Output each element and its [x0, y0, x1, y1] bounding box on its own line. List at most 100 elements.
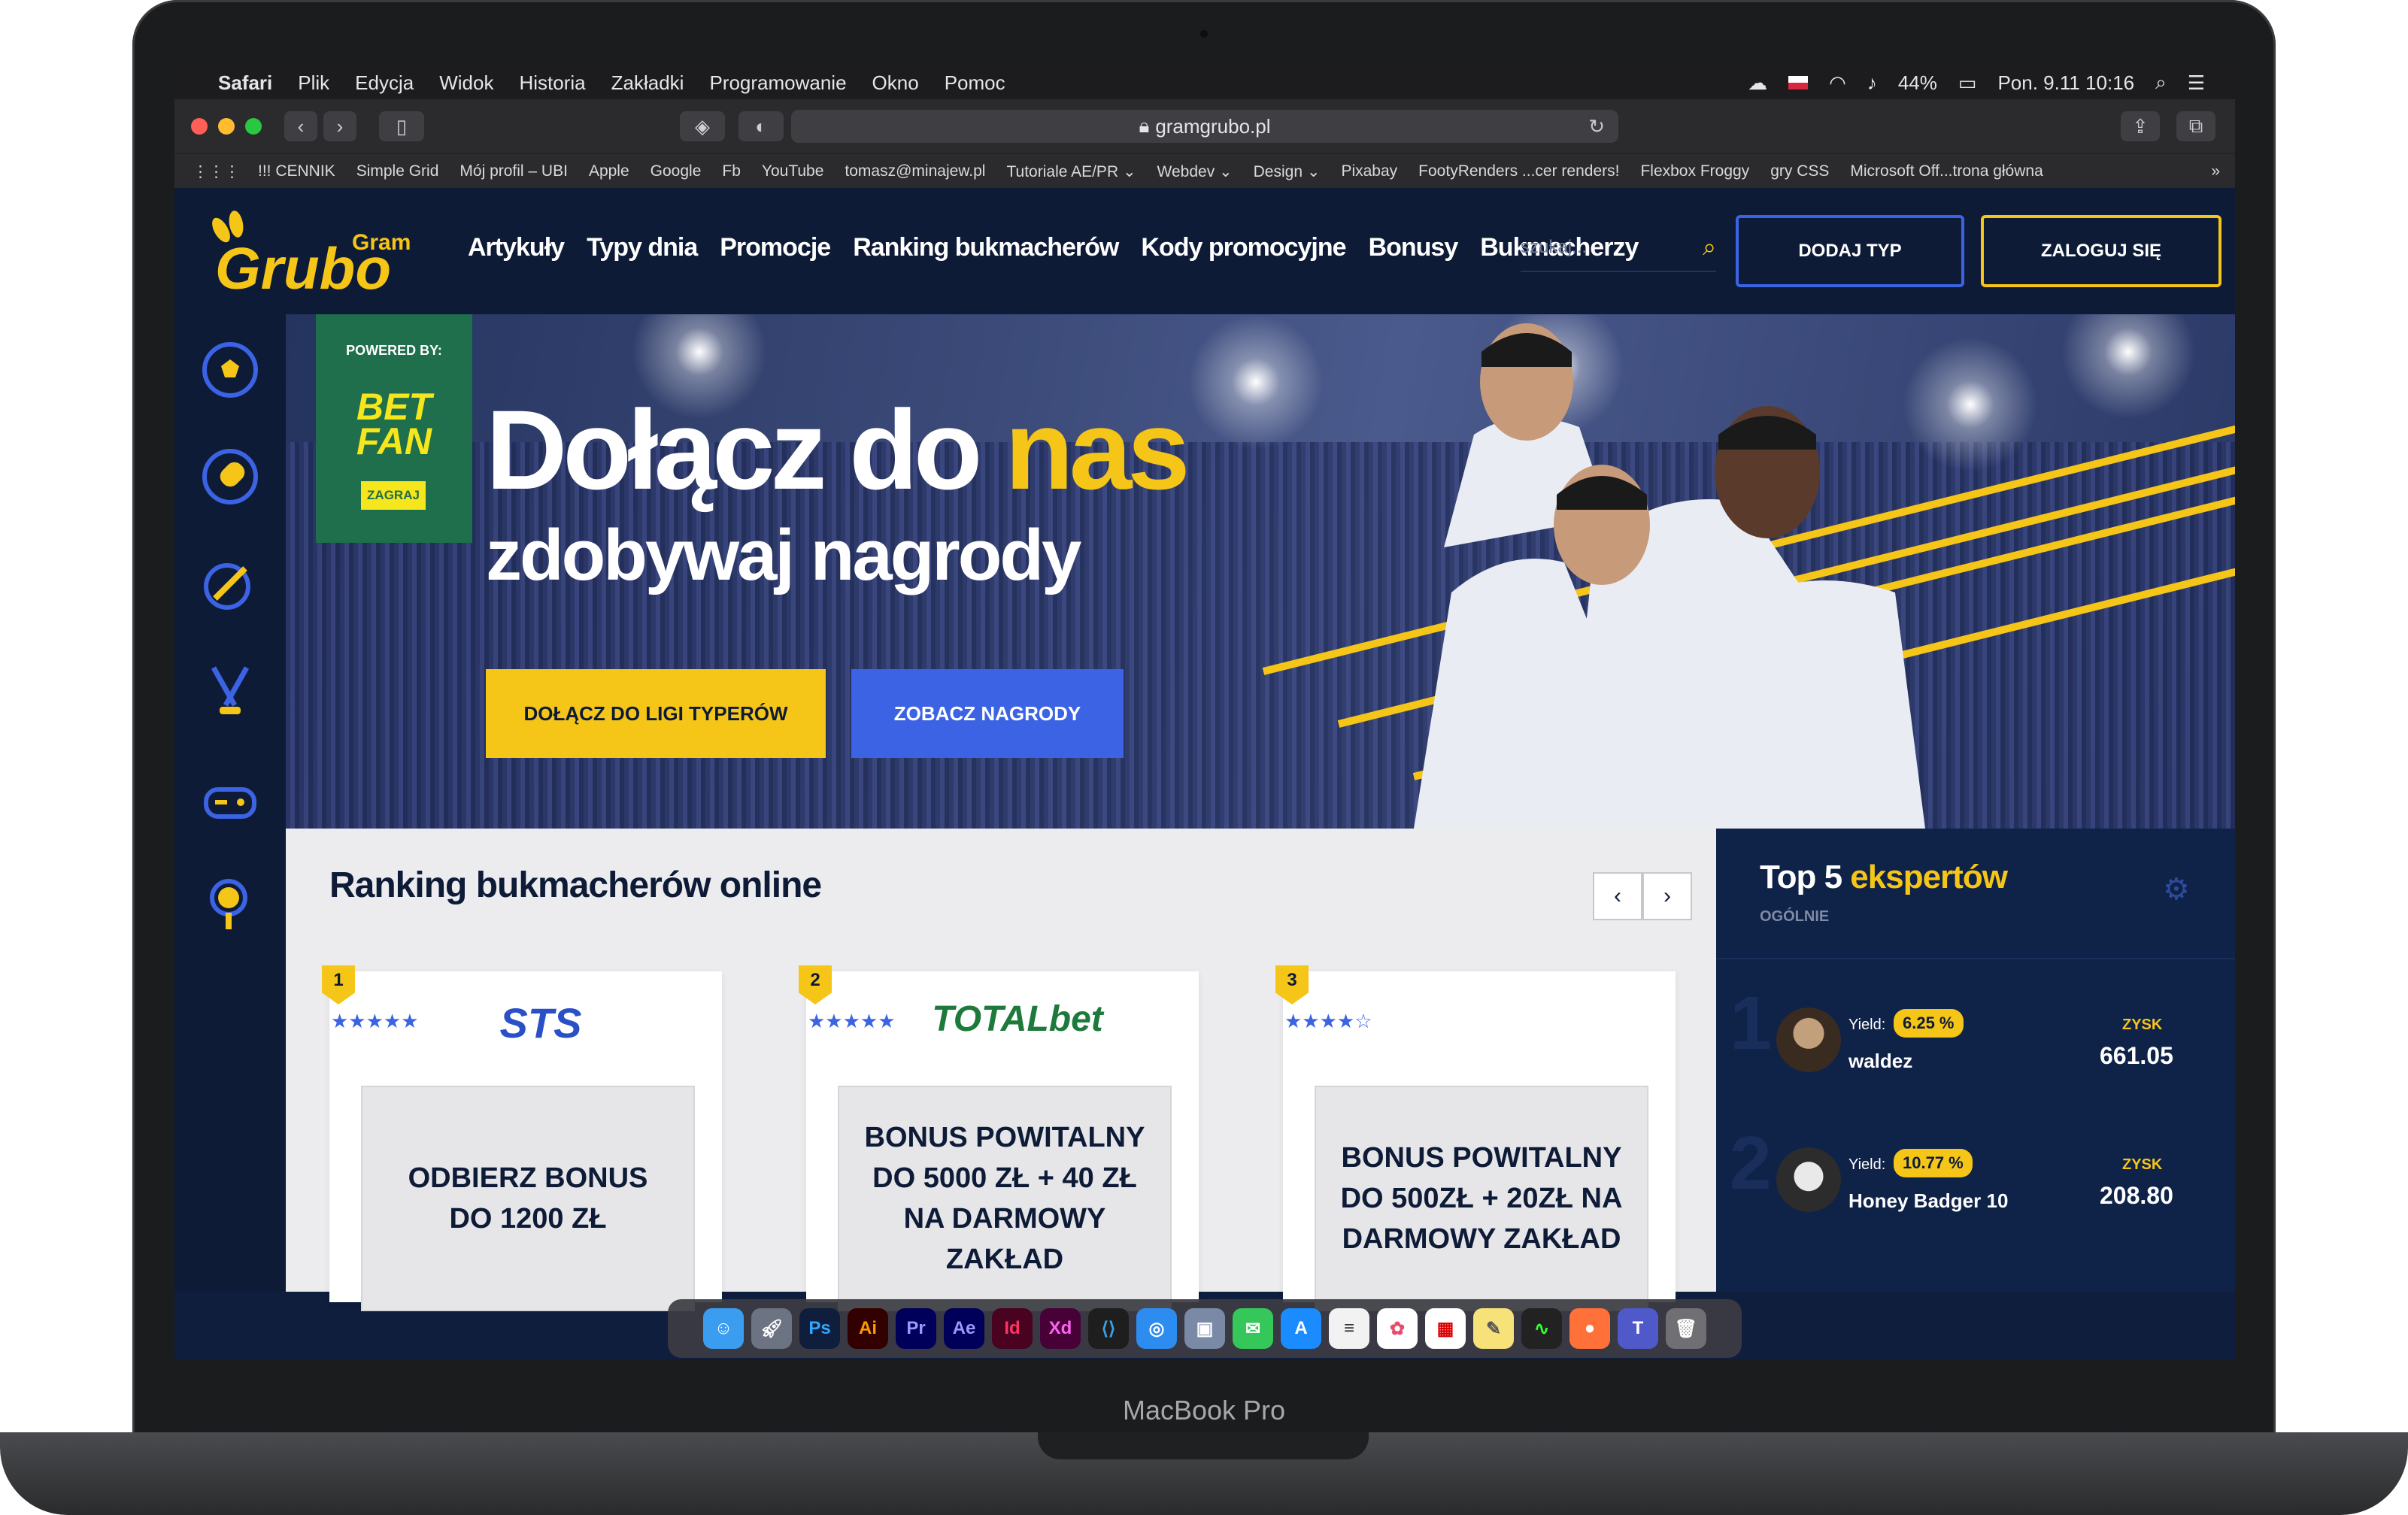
bookmark[interactable]: gry CSS — [1770, 162, 1829, 180]
gamepad-icon[interactable] — [200, 767, 260, 827]
bookmark[interactable]: tomasz@minajew.pl — [845, 162, 985, 180]
launchpad-icon[interactable]: 🚀︎ — [751, 1308, 792, 1349]
sidebar-toggle-icon[interactable]: ▯ — [379, 111, 424, 141]
grid-icon[interactable]: ⋮⋮⋮ — [193, 162, 240, 181]
messages-icon[interactable]: ✉ — [1233, 1308, 1273, 1349]
bookmark[interactable]: Apple — [589, 162, 629, 180]
next-arrow-icon[interactable]: › — [1642, 872, 1692, 920]
bookmark[interactable]: Pixabay — [1341, 162, 1397, 180]
bookmark[interactable]: !!! CENNIK — [258, 162, 335, 180]
premiere-icon[interactable]: Pr — [896, 1308, 936, 1349]
expert-row[interactable]: 1 Yield: 6.25 % waldez ZYSK 661.05 — [1716, 973, 2235, 1108]
share-icon[interactable]: ⇪ — [2121, 111, 2160, 141]
bookmark[interactable]: Simple Grid — [356, 162, 439, 180]
zoom-icon[interactable] — [245, 118, 262, 135]
gear-icon[interactable]: ⚙ — [2163, 872, 2190, 907]
bookmark[interactable]: YouTube — [762, 162, 824, 180]
bookmark[interactable]: Flexbox Froggy — [1640, 162, 1749, 180]
nav-typy-dnia[interactable]: Typy dnia — [587, 233, 698, 262]
menu-pomoc[interactable]: Pomoc — [945, 71, 1005, 95]
bookmark[interactable]: Mój profil – UBI — [459, 162, 568, 180]
nav-artykuly[interactable]: Artykuły — [468, 233, 565, 262]
activity-monitor-icon[interactable]: ∿ — [1521, 1308, 1562, 1349]
creative-cloud-icon[interactable]: ☁ — [1748, 71, 1767, 95]
join-league-button[interactable]: DOŁĄCZ DO LIGI TYPERÓW — [486, 669, 826, 758]
ranking-card[interactable]: 1 ★★★★★ STS ODBIERZ BONUS DO 1200 ZŁ — [322, 965, 722, 1311]
menu-historia[interactable]: Historia — [519, 71, 585, 95]
forward-button[interactable]: › — [323, 111, 356, 141]
menu-plik[interactable]: Plik — [298, 71, 329, 95]
bookmark-folder[interactable]: Webdev ⌄ — [1157, 162, 1233, 181]
notes-list-icon[interactable]: ≡ — [1329, 1308, 1369, 1349]
photoshop-icon[interactable]: Ps — [799, 1308, 840, 1349]
calendar-icon[interactable]: ▦ — [1425, 1308, 1466, 1349]
bookmark[interactable]: Microsoft Off...trona główna — [1850, 162, 2043, 180]
sponsor-play-button[interactable]: ZAGRAJ — [361, 481, 426, 510]
address-bar[interactable]: 🔒︎ gramgrubo.pl ↻ — [791, 110, 1618, 143]
shield-icon[interactable]: ◈ — [680, 111, 725, 141]
menu-programowanie[interactable]: Programowanie — [709, 71, 846, 95]
control-center-icon[interactable]: ☰ — [2188, 71, 2205, 95]
menu-edycja[interactable]: Edycja — [355, 71, 414, 95]
tabs-icon[interactable]: ⧉ — [2176, 111, 2215, 141]
search-icon[interactable]: ⌕ — [1703, 233, 1716, 262]
back-button[interactable]: ‹ — [284, 111, 317, 141]
flag-pl-icon[interactable] — [1788, 76, 1809, 89]
finder-icon[interactable]: ☺ — [703, 1308, 744, 1349]
close-icon[interactable] — [191, 118, 208, 135]
login-button[interactable]: ZALOGUJ SIĘ — [1981, 215, 2221, 287]
preview-icon[interactable]: ▣ — [1184, 1308, 1225, 1349]
privacy-icon[interactable]: ◐ — [738, 111, 784, 141]
minimize-icon[interactable] — [218, 118, 235, 135]
ranking-card[interactable]: 3 ★★★★☆ BONUS POWITALNY DO 500ZŁ + 20ZŁ … — [1275, 965, 1676, 1311]
menu-zakladki[interactable]: Zakładki — [611, 71, 684, 95]
expert-row[interactable]: 2 Yield: 10.77 % Honey Badger 10 ZYSK 20… — [1716, 1113, 2235, 1248]
clock[interactable]: Pon. 9.11 10:16 — [1997, 71, 2134, 95]
menu-safari[interactable]: Safari — [218, 71, 272, 95]
after-effects-icon[interactable]: Ae — [944, 1308, 984, 1349]
nav-promocje[interactable]: Promocje — [720, 233, 831, 262]
nav-kody[interactable]: Kody promocyjne — [1141, 233, 1346, 262]
spotlight-icon[interactable]: ⌕ — [2155, 71, 2167, 95]
battery-icon[interactable]: ▭ — [1958, 71, 1977, 95]
illustrator-icon[interactable]: Ai — [848, 1308, 888, 1349]
football-icon[interactable] — [200, 340, 260, 400]
esport-icon[interactable] — [200, 553, 260, 614]
search-input[interactable]: szukaj... ⌕ — [1521, 224, 1716, 272]
menu-okno[interactable]: Okno — [872, 71, 919, 95]
ping-pong-icon[interactable] — [200, 874, 260, 934]
more-bookmarks-icon[interactable]: » — [2211, 162, 2220, 180]
app-store-icon[interactable]: A — [1281, 1308, 1321, 1349]
bookmark-folder[interactable]: Tutoriale AE/PR ⌄ — [1006, 162, 1136, 181]
expert-name[interactable]: Honey Badger 10 — [1848, 1189, 2008, 1213]
bookmark[interactable]: Google — [651, 162, 702, 180]
menu-widok[interactable]: Widok — [439, 71, 493, 95]
nav-bonusy[interactable]: Bonusy — [1369, 233, 1459, 262]
trash-icon[interactable]: 🗑︎ — [1666, 1308, 1706, 1349]
bookmark[interactable]: FootyRenders ...cer renders! — [1418, 162, 1619, 180]
photos-icon[interactable]: ✿ — [1377, 1308, 1418, 1349]
notes-icon[interactable]: ✎ — [1473, 1308, 1514, 1349]
add-tip-button[interactable]: DODAJ TYP — [1736, 215, 1964, 287]
ranking-card[interactable]: 2 ★★★★★ TOTALbet BONUS POWITALNY DO 5000… — [799, 965, 1199, 1311]
firefox-icon[interactable]: ● — [1569, 1308, 1610, 1349]
safari-icon[interactable]: ◎ — [1136, 1308, 1177, 1349]
hockey-icon[interactable] — [200, 660, 260, 720]
battery-percent[interactable]: 44% — [1898, 71, 1937, 95]
bookmark[interactable]: Fb — [722, 162, 741, 180]
expert-name[interactable]: waldez — [1848, 1050, 1912, 1073]
vscode-icon[interactable]: ⟨⟩ — [1088, 1308, 1129, 1349]
bookmark-folder[interactable]: Design ⌄ — [1254, 162, 1321, 181]
prev-arrow-icon[interactable]: ‹ — [1593, 872, 1642, 920]
volume-icon[interactable]: ♪ — [1867, 71, 1877, 95]
indesign-icon[interactable]: Id — [992, 1308, 1033, 1349]
teams-icon[interactable]: T — [1618, 1308, 1658, 1349]
nav-ranking[interactable]: Ranking bukmacherów — [853, 233, 1119, 262]
wifi-icon[interactable]: ◠ — [1829, 71, 1846, 95]
xd-icon[interactable]: Xd — [1040, 1308, 1081, 1349]
reload-icon[interactable]: ↻ — [1588, 115, 1605, 138]
tennis-icon[interactable] — [200, 447, 260, 507]
see-prizes-button[interactable]: ZOBACZ NAGRODY — [851, 669, 1124, 758]
sponsor-badge[interactable]: POWERED BY: BET FAN ZAGRAJ — [316, 314, 472, 543]
gramgrubo-logo[interactable]: Grubo Gram — [205, 208, 430, 298]
